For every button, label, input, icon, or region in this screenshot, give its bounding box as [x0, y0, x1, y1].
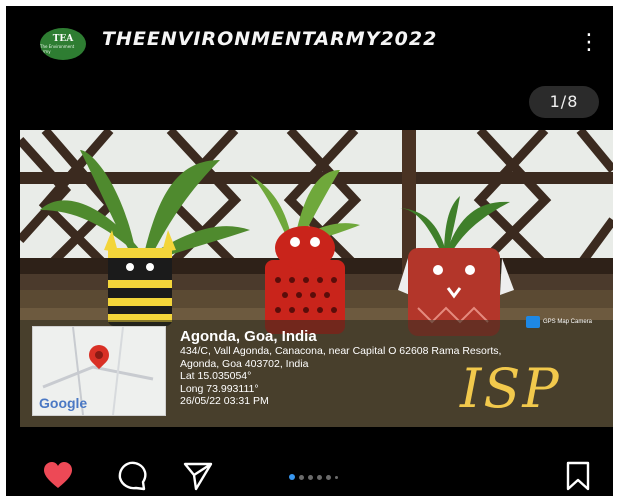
post-action-bar: [6, 446, 613, 496]
carousel-dot: [308, 474, 313, 480]
instagram-post: TEA The Environment Army THEENVIRONMENTA…: [6, 6, 613, 496]
carousel-dot: [335, 475, 338, 479]
heart-icon[interactable]: [42, 460, 74, 492]
camera-app-icon: [526, 316, 540, 328]
gps-camera-label: GPS Map Camera: [543, 319, 593, 325]
paper-plane-icon[interactable]: [182, 460, 214, 492]
carousel-dot: [299, 474, 304, 480]
bookmark-icon[interactable]: [562, 460, 594, 492]
carousel-dot-active: [289, 474, 295, 480]
stamp-place: Agonda, Goa, India: [180, 328, 317, 345]
more-options-icon[interactable]: ⋮: [578, 30, 600, 56]
username[interactable]: THEENVIRONMENTARMY2022: [102, 28, 437, 50]
comment-icon[interactable]: [116, 460, 148, 492]
location-map-thumbnail[interactable]: Google: [32, 326, 166, 416]
post-header: TEA The Environment Army THEENVIRONMENTA…: [6, 6, 613, 80]
carousel-dot: [317, 474, 322, 480]
map-provider-label: Google: [39, 395, 88, 411]
stamp-address-line1: 434/C, Vall Agonda, Canacona, near Capit…: [180, 345, 502, 357]
avatar-logo-letters: TEA: [52, 33, 74, 44]
avatar[interactable]: TEA The Environment Army: [40, 28, 86, 60]
carousel-indicator: [289, 474, 338, 480]
gps-camera-badge: GPS Map Camera: [526, 316, 592, 328]
carousel-dot: [326, 474, 331, 480]
handwritten-signature: ISP: [460, 357, 561, 420]
carousel-counter: 1/8: [529, 86, 599, 118]
avatar-logo-tagline: The Environment Army: [40, 43, 75, 54]
post-photo[interactable]: Google GPS Map Camera Agonda, Goa, India…: [20, 130, 613, 427]
